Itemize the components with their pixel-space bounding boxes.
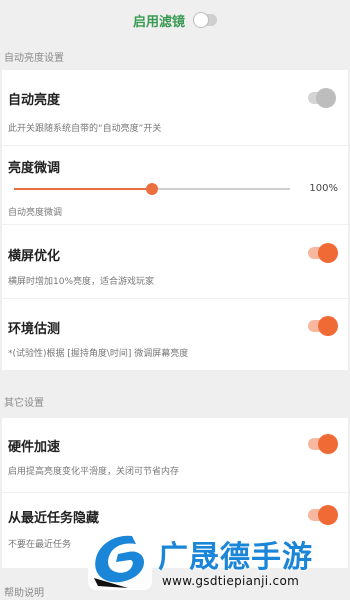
toggle-knob — [318, 316, 338, 336]
hardware-accel-toggle[interactable] — [308, 434, 338, 454]
section-header-auto-brightness: 自动亮度设置 — [4, 53, 64, 64]
environment-toggle[interactable] — [308, 316, 338, 336]
filter-label: 启用滤镜 — [132, 14, 185, 30]
auto-brightness-card: 自动亮度 此开关跟随系统自带的“自动亮度”开关 亮度微调 100% 自动亮度微调… — [2, 70, 348, 370]
section-header-other: 其它设置 — [4, 398, 44, 409]
row-hardware-accel[interactable]: 硬件加速 启用提高亮度变化平滑度，关闭可节省内存 — [2, 418, 348, 492]
watermark-url: www.gsdtiepianji.com — [162, 574, 300, 588]
row-title: 自动亮度 — [8, 93, 61, 108]
toggle-knob — [318, 505, 338, 525]
watermark: 广晟德手游 www.gsdtiepianji.com — [88, 528, 350, 598]
row-environment[interactable]: 环境估测 *(试验性)根据 [握持角度\时间] 微调屏幕亮度 — [2, 299, 348, 370]
hide-recent-toggle[interactable] — [308, 505, 338, 525]
row-desc: 不要在最近任务 — [8, 540, 72, 550]
watermark-logo-icon — [88, 528, 152, 590]
row-desc: 横屏时增加10%亮度，适合游戏玩家 — [8, 277, 155, 287]
row-desc: 此开关跟随系统自带的“自动亮度”开关 — [8, 124, 162, 134]
slider-value: 100% — [309, 183, 338, 194]
slider-thumb[interactable] — [146, 183, 158, 195]
toggle-knob — [318, 243, 338, 263]
row-title: 横屏优化 — [8, 249, 61, 264]
row-auto-brightness[interactable]: 自动亮度 此开关跟随系统自带的“自动亮度”开关 — [2, 70, 348, 145]
watermark-name: 广晟德手游 — [158, 540, 313, 575]
slider-fill — [14, 188, 152, 190]
row-title: 从最近任务隐藏 — [8, 511, 100, 526]
row-fine-tune: 亮度微调 100% 自动亮度微调 — [2, 146, 348, 224]
brightness-slider[interactable] — [14, 183, 290, 195]
row-landscape[interactable]: 横屏优化 横屏时增加10%亮度，适合游戏玩家 — [2, 225, 348, 298]
top-bar: 启用滤镜 — [0, 0, 350, 40]
filter-toggle-knob — [193, 12, 209, 28]
auto-brightness-toggle[interactable] — [308, 88, 336, 108]
filter-toggle[interactable] — [193, 12, 217, 28]
row-title: 环境估测 — [8, 322, 61, 337]
row-title: 亮度微调 — [8, 161, 61, 176]
landscape-toggle[interactable] — [308, 243, 338, 263]
row-desc: 启用提高亮度变化平滑度，关闭可节省内存 — [8, 467, 180, 477]
toggle-knob — [318, 434, 338, 454]
row-title: 硬件加速 — [8, 440, 61, 455]
row-desc: 自动亮度微调 — [8, 208, 63, 218]
row-desc: *(试验性)根据 [握持角度\时间] 微调屏幕亮度 — [8, 349, 189, 359]
toggle-knob — [316, 88, 336, 108]
